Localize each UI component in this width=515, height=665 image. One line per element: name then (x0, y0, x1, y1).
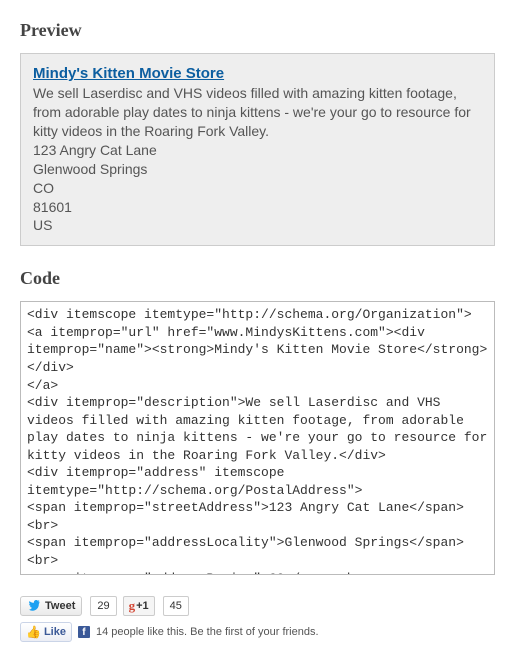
preview-city: Glenwood Springs (33, 161, 147, 177)
tweet-label: Tweet (45, 600, 75, 612)
preview-description: We sell Laserdisc and VHS videos filled … (33, 85, 471, 139)
like-button[interactable]: 👍 Like (20, 622, 72, 642)
preview-box: Mindy's Kitten Movie Store We sell Laser… (20, 53, 495, 246)
preview-region: CO (33, 180, 54, 196)
tweet-button[interactable]: Tweet (20, 596, 82, 616)
preview-street: 123 Angry Cat Lane (33, 142, 157, 158)
like-label: Like (44, 626, 66, 638)
google-g-icon: g (129, 598, 136, 614)
gplus-button[interactable]: g +1 (123, 596, 155, 616)
code-textarea[interactable] (20, 301, 495, 575)
twitter-icon (27, 600, 41, 612)
like-row: 👍 Like f 14 people like this. Be the fir… (20, 622, 495, 642)
preview-store-link[interactable]: Mindy's Kitten Movie Store (33, 65, 224, 82)
share-row: Tweet 29 g +1 45 (20, 596, 495, 616)
gplus-label: +1 (136, 600, 149, 612)
tweet-count: 29 (90, 596, 116, 616)
preview-country: US (33, 217, 52, 233)
thumb-icon: 👍 (26, 625, 41, 639)
facebook-icon: f (78, 626, 90, 638)
preview-postal: 81601 (33, 199, 72, 215)
like-message: 14 people like this. Be the first of you… (96, 626, 319, 638)
code-heading: Code (20, 268, 495, 289)
gplus-count: 45 (163, 596, 189, 616)
preview-heading: Preview (20, 20, 495, 41)
